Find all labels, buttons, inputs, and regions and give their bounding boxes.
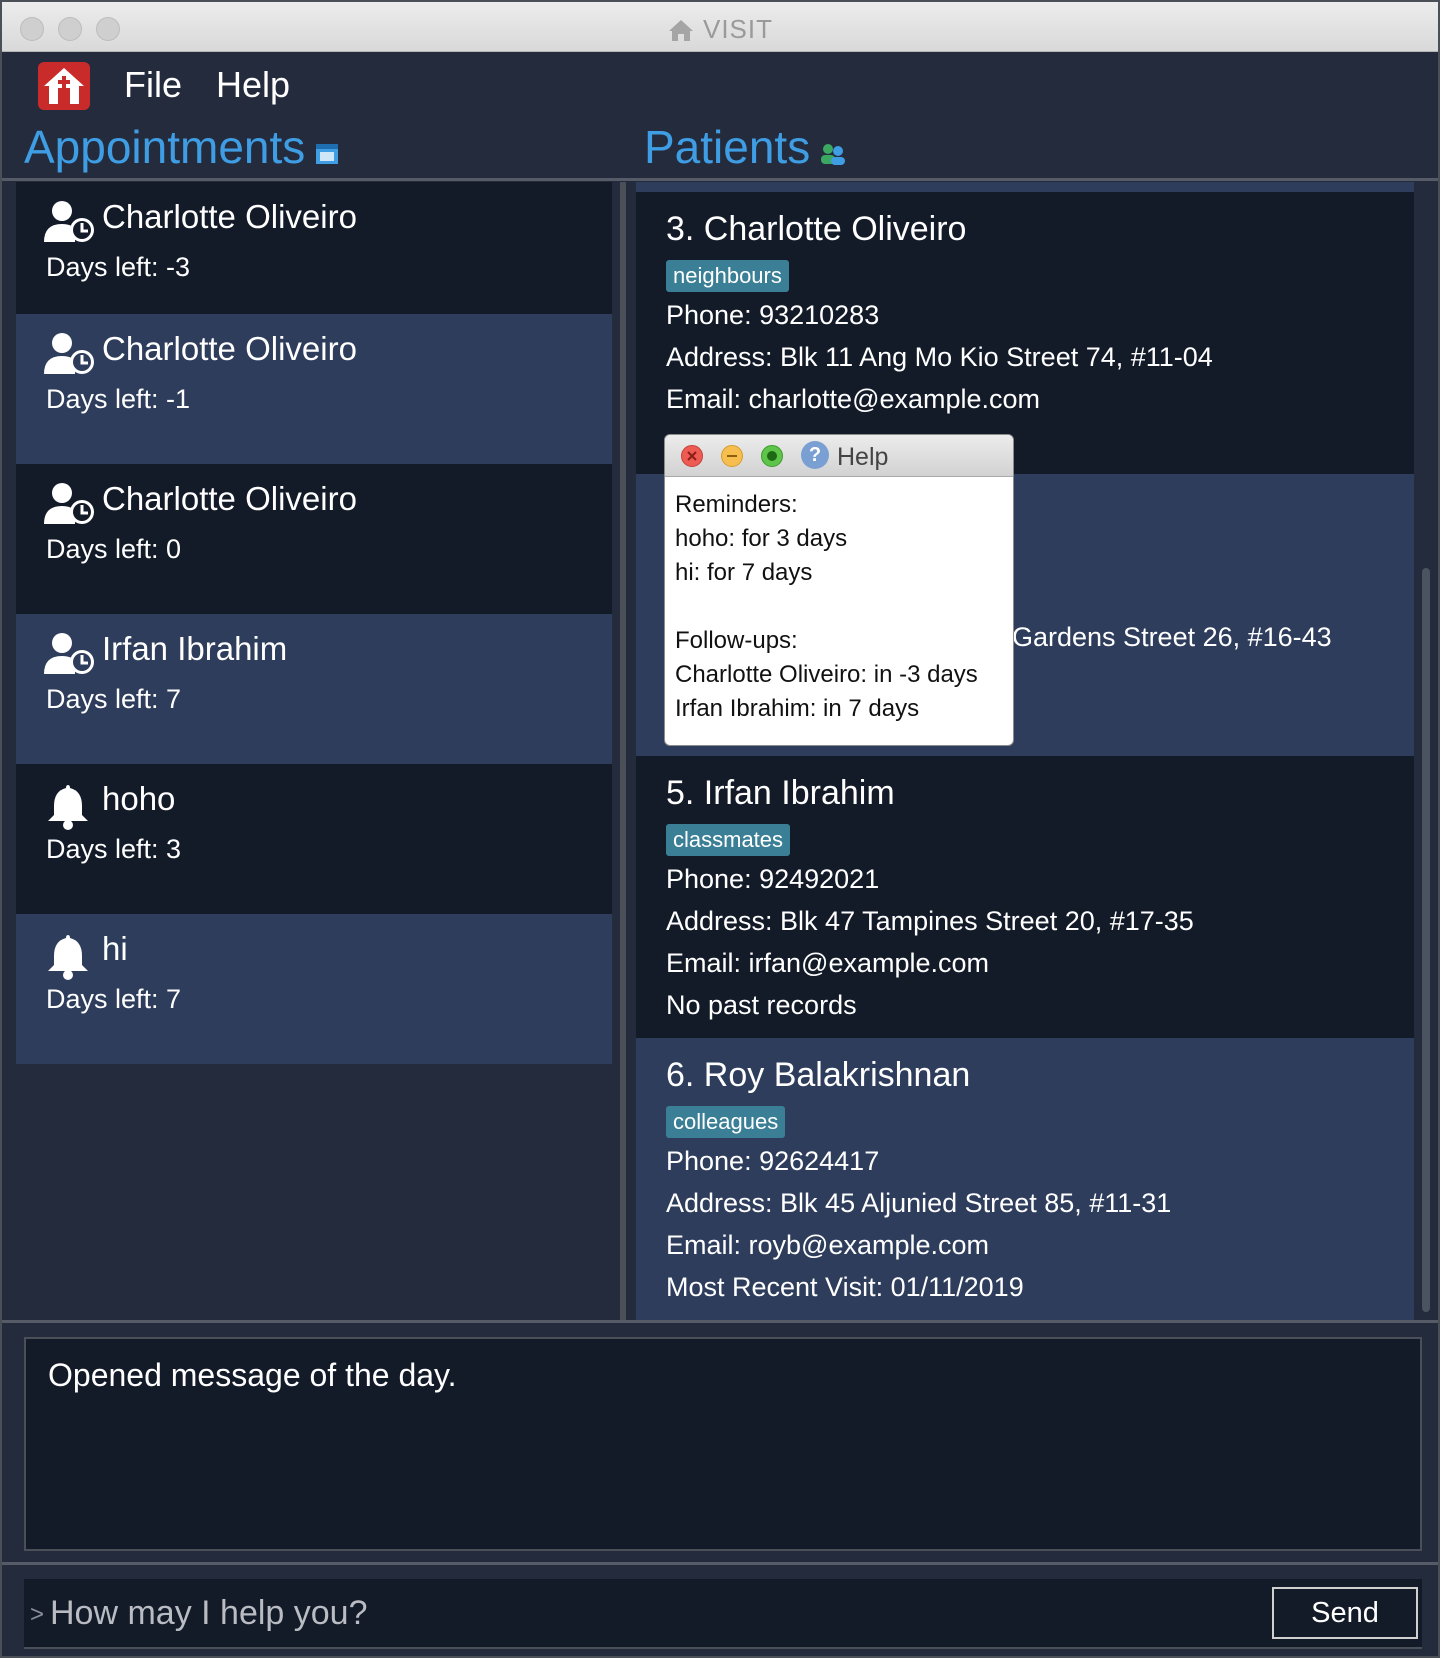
patients-list[interactable]: 3. Charlotte Oliveiro neighbours Phone: … xyxy=(626,182,1438,1320)
patient-email: Email: royb@example.com xyxy=(666,1230,990,1260)
appointment-days-left: Days left: 7 xyxy=(46,684,182,714)
appointment-days-left: Days left: 3 xyxy=(46,834,182,864)
patient-phone: Phone: 93210283 xyxy=(666,300,880,330)
help-line: hi: for 7 days xyxy=(675,559,813,586)
appointment-name: hoho xyxy=(102,780,176,817)
header-divider xyxy=(2,178,1438,181)
appointment-name: Irfan Ibrahim xyxy=(102,630,288,667)
appointment-item[interactable]: hoho Days left: 3 xyxy=(16,764,612,914)
appointment-name: Charlotte Oliveiro xyxy=(102,198,357,235)
menu-bar: File Help xyxy=(2,52,1438,120)
help-line: Reminders: xyxy=(675,491,798,518)
help-line: Charlotte Oliveiro: in -3 days xyxy=(675,661,978,688)
appointments-title: Appointments xyxy=(24,121,306,173)
bell-icon xyxy=(44,932,92,985)
patient-record: Most Recent Visit: 01/11/2019 xyxy=(666,1272,1024,1302)
popup-maximize-button[interactable] xyxy=(761,445,783,467)
patients-header: Patients xyxy=(644,120,846,176)
patient-name: 5. Irfan Ibrahim xyxy=(666,774,895,812)
appointment-days-left: Days left: -1 xyxy=(46,384,191,414)
appointment-item[interactable]: Irfan Ibrahim Days left: 7 xyxy=(16,614,612,764)
appointment-days-left: Days left: 0 xyxy=(46,534,182,564)
title-bar: VISIT xyxy=(2,2,1438,52)
help-line: Irfan Ibrahim: in 7 days xyxy=(675,695,920,722)
popup-close-button[interactable] xyxy=(681,445,703,467)
patient-name: 3. Charlotte Oliveiro xyxy=(666,210,967,248)
popup-minimize-button[interactable] xyxy=(721,445,743,467)
menu-help[interactable]: Help xyxy=(216,64,290,106)
appointment-name: hi xyxy=(102,930,128,967)
patient-card[interactable]: 3. Charlotte Oliveiro neighbours Phone: … xyxy=(636,192,1414,474)
help-popup: ? Help Reminders: hoho: for 3 days hi: f… xyxy=(664,434,1014,746)
people-icon xyxy=(820,122,846,176)
patient-tag: colleagues xyxy=(666,1106,786,1138)
window-title: VISIT xyxy=(2,14,1438,45)
command-panel: > Send xyxy=(2,1562,1438,1656)
help-popup-title: Help xyxy=(837,443,889,471)
appointment-item[interactable]: hi Days left: 7 xyxy=(16,914,612,1064)
appointment-item[interactable]: Charlotte Oliveiro Days left: -1 xyxy=(16,314,612,464)
result-display[interactable]: Opened message of the day. xyxy=(24,1337,1422,1551)
patients-title: Patients xyxy=(644,121,811,173)
bell-icon xyxy=(44,782,92,835)
prompt-chevron: > xyxy=(30,1601,45,1628)
appointment-name: Charlotte Oliveiro xyxy=(102,330,357,367)
patient-address: Gardens Street 26, #16-43 xyxy=(1012,622,1332,652)
appointment-days-left: Days left: 7 xyxy=(46,984,182,1014)
patients-scrollbar[interactable] xyxy=(1422,568,1430,1312)
appointment-item[interactable]: Charlotte Oliveiro Days left: 0 xyxy=(16,464,612,614)
help-line: Follow-ups: xyxy=(675,627,798,654)
previous-card-edge xyxy=(636,182,1414,192)
patient-record: No past records xyxy=(666,990,857,1020)
patient-email: Email: irfan@example.com xyxy=(666,948,990,978)
patient-card[interactable]: 5. Irfan Ibrahim classmates Phone: 92492… xyxy=(636,756,1414,1038)
app-logo-icon xyxy=(38,62,90,110)
patient-phone: Phone: 92624417 xyxy=(666,1146,880,1176)
appointments-list[interactable]: Charlotte Oliveiro Days left: -3 Charlot… xyxy=(8,182,620,1318)
user-clock-icon xyxy=(44,200,96,249)
menu-file[interactable]: File xyxy=(124,64,182,106)
patient-email: Email: charlotte@example.com xyxy=(666,384,1041,414)
result-panel: Opened message of the day. xyxy=(2,1320,1438,1562)
appointment-name: Charlotte Oliveiro xyxy=(102,480,357,517)
patient-tag: neighbours xyxy=(666,260,789,292)
app-window: VISIT File Help Appointments Patients Ch… xyxy=(0,0,1440,1658)
patient-phone: Phone: 92492021 xyxy=(666,864,880,894)
help-question-icon: ? xyxy=(801,441,829,469)
user-clock-icon xyxy=(44,482,96,531)
user-clock-icon xyxy=(44,332,96,381)
appointment-days-left: Days left: -3 xyxy=(46,252,191,282)
command-input[interactable] xyxy=(50,1589,1270,1637)
patient-address: Address: Blk 45 Aljunied Street 85, #11-… xyxy=(666,1188,1172,1218)
result-text: Opened message of the day. xyxy=(48,1357,457,1393)
calendar-icon xyxy=(315,122,339,176)
help-popup-titlebar[interactable]: ? Help xyxy=(665,435,1013,477)
help-line: hoho: for 3 days xyxy=(675,525,848,552)
patient-tag: classmates xyxy=(666,824,791,856)
patient-card[interactable]: 6. Roy Balakrishnan colleagues Phone: 92… xyxy=(636,1038,1414,1320)
patient-address: Address: Blk 11 Ang Mo Kio Street 74, #1… xyxy=(666,342,1213,372)
appointments-header: Appointments xyxy=(24,120,339,176)
patient-address: Address: Blk 47 Tampines Street 20, #17-… xyxy=(666,906,1194,936)
house-icon xyxy=(668,20,693,41)
appointment-item[interactable]: Charlotte Oliveiro Days left: -3 xyxy=(16,182,612,332)
command-box: > Send xyxy=(24,1579,1422,1649)
send-button[interactable]: Send xyxy=(1272,1587,1418,1639)
user-clock-icon xyxy=(44,632,96,681)
patient-name: 6. Roy Balakrishnan xyxy=(666,1056,971,1094)
